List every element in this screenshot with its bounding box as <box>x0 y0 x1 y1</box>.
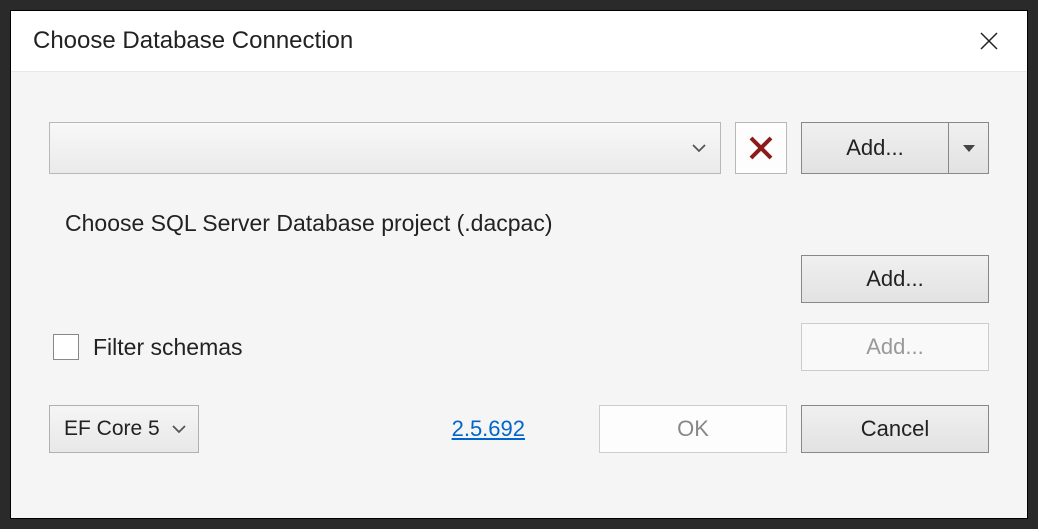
ef-version-dropdown[interactable]: EF Core 5 <box>49 405 199 453</box>
dialog-title: Choose Database Connection <box>33 27 353 55</box>
ef-version-value: EF Core 5 <box>64 417 160 441</box>
filter-row: Filter schemas Add... <box>49 323 989 371</box>
filter-schemas-group: Filter schemas <box>49 334 243 361</box>
add-connection-dropdown-button[interactable] <box>949 122 989 174</box>
footer-row: EF Core 5 2.5.692 OK Cancel <box>49 405 989 453</box>
dialog-content: Add... Choose SQL Server Database projec… <box>11 72 1027 518</box>
add-dacpac-button[interactable]: Add... <box>801 255 989 303</box>
connection-row: Add... <box>49 122 989 174</box>
add-connection-split-button: Add... <box>801 122 989 174</box>
add-connection-button[interactable]: Add... <box>801 122 949 174</box>
connection-dropdown[interactable] <box>49 122 721 174</box>
filter-schemas-label: Filter schemas <box>93 334 243 361</box>
delete-connection-button[interactable] <box>735 122 787 174</box>
chevron-down-icon <box>963 145 975 152</box>
dacpac-label: Choose SQL Server Database project (.dac… <box>49 210 989 237</box>
x-icon <box>747 134 775 162</box>
dacpac-add-row: Add... <box>49 255 989 303</box>
version-link[interactable]: 2.5.692 <box>452 416 525 442</box>
close-icon <box>980 32 998 50</box>
filter-schemas-checkbox[interactable] <box>53 334 79 360</box>
title-bar: Choose Database Connection <box>11 11 1027 72</box>
close-button[interactable] <box>969 21 1009 61</box>
ok-button: OK <box>599 405 787 453</box>
chevron-down-icon <box>692 143 706 153</box>
add-filter-button: Add... <box>801 323 989 371</box>
cancel-button[interactable]: Cancel <box>801 405 989 453</box>
dialog-window: Choose Database Connection Add... <box>10 10 1028 519</box>
chevron-down-icon <box>172 424 186 434</box>
